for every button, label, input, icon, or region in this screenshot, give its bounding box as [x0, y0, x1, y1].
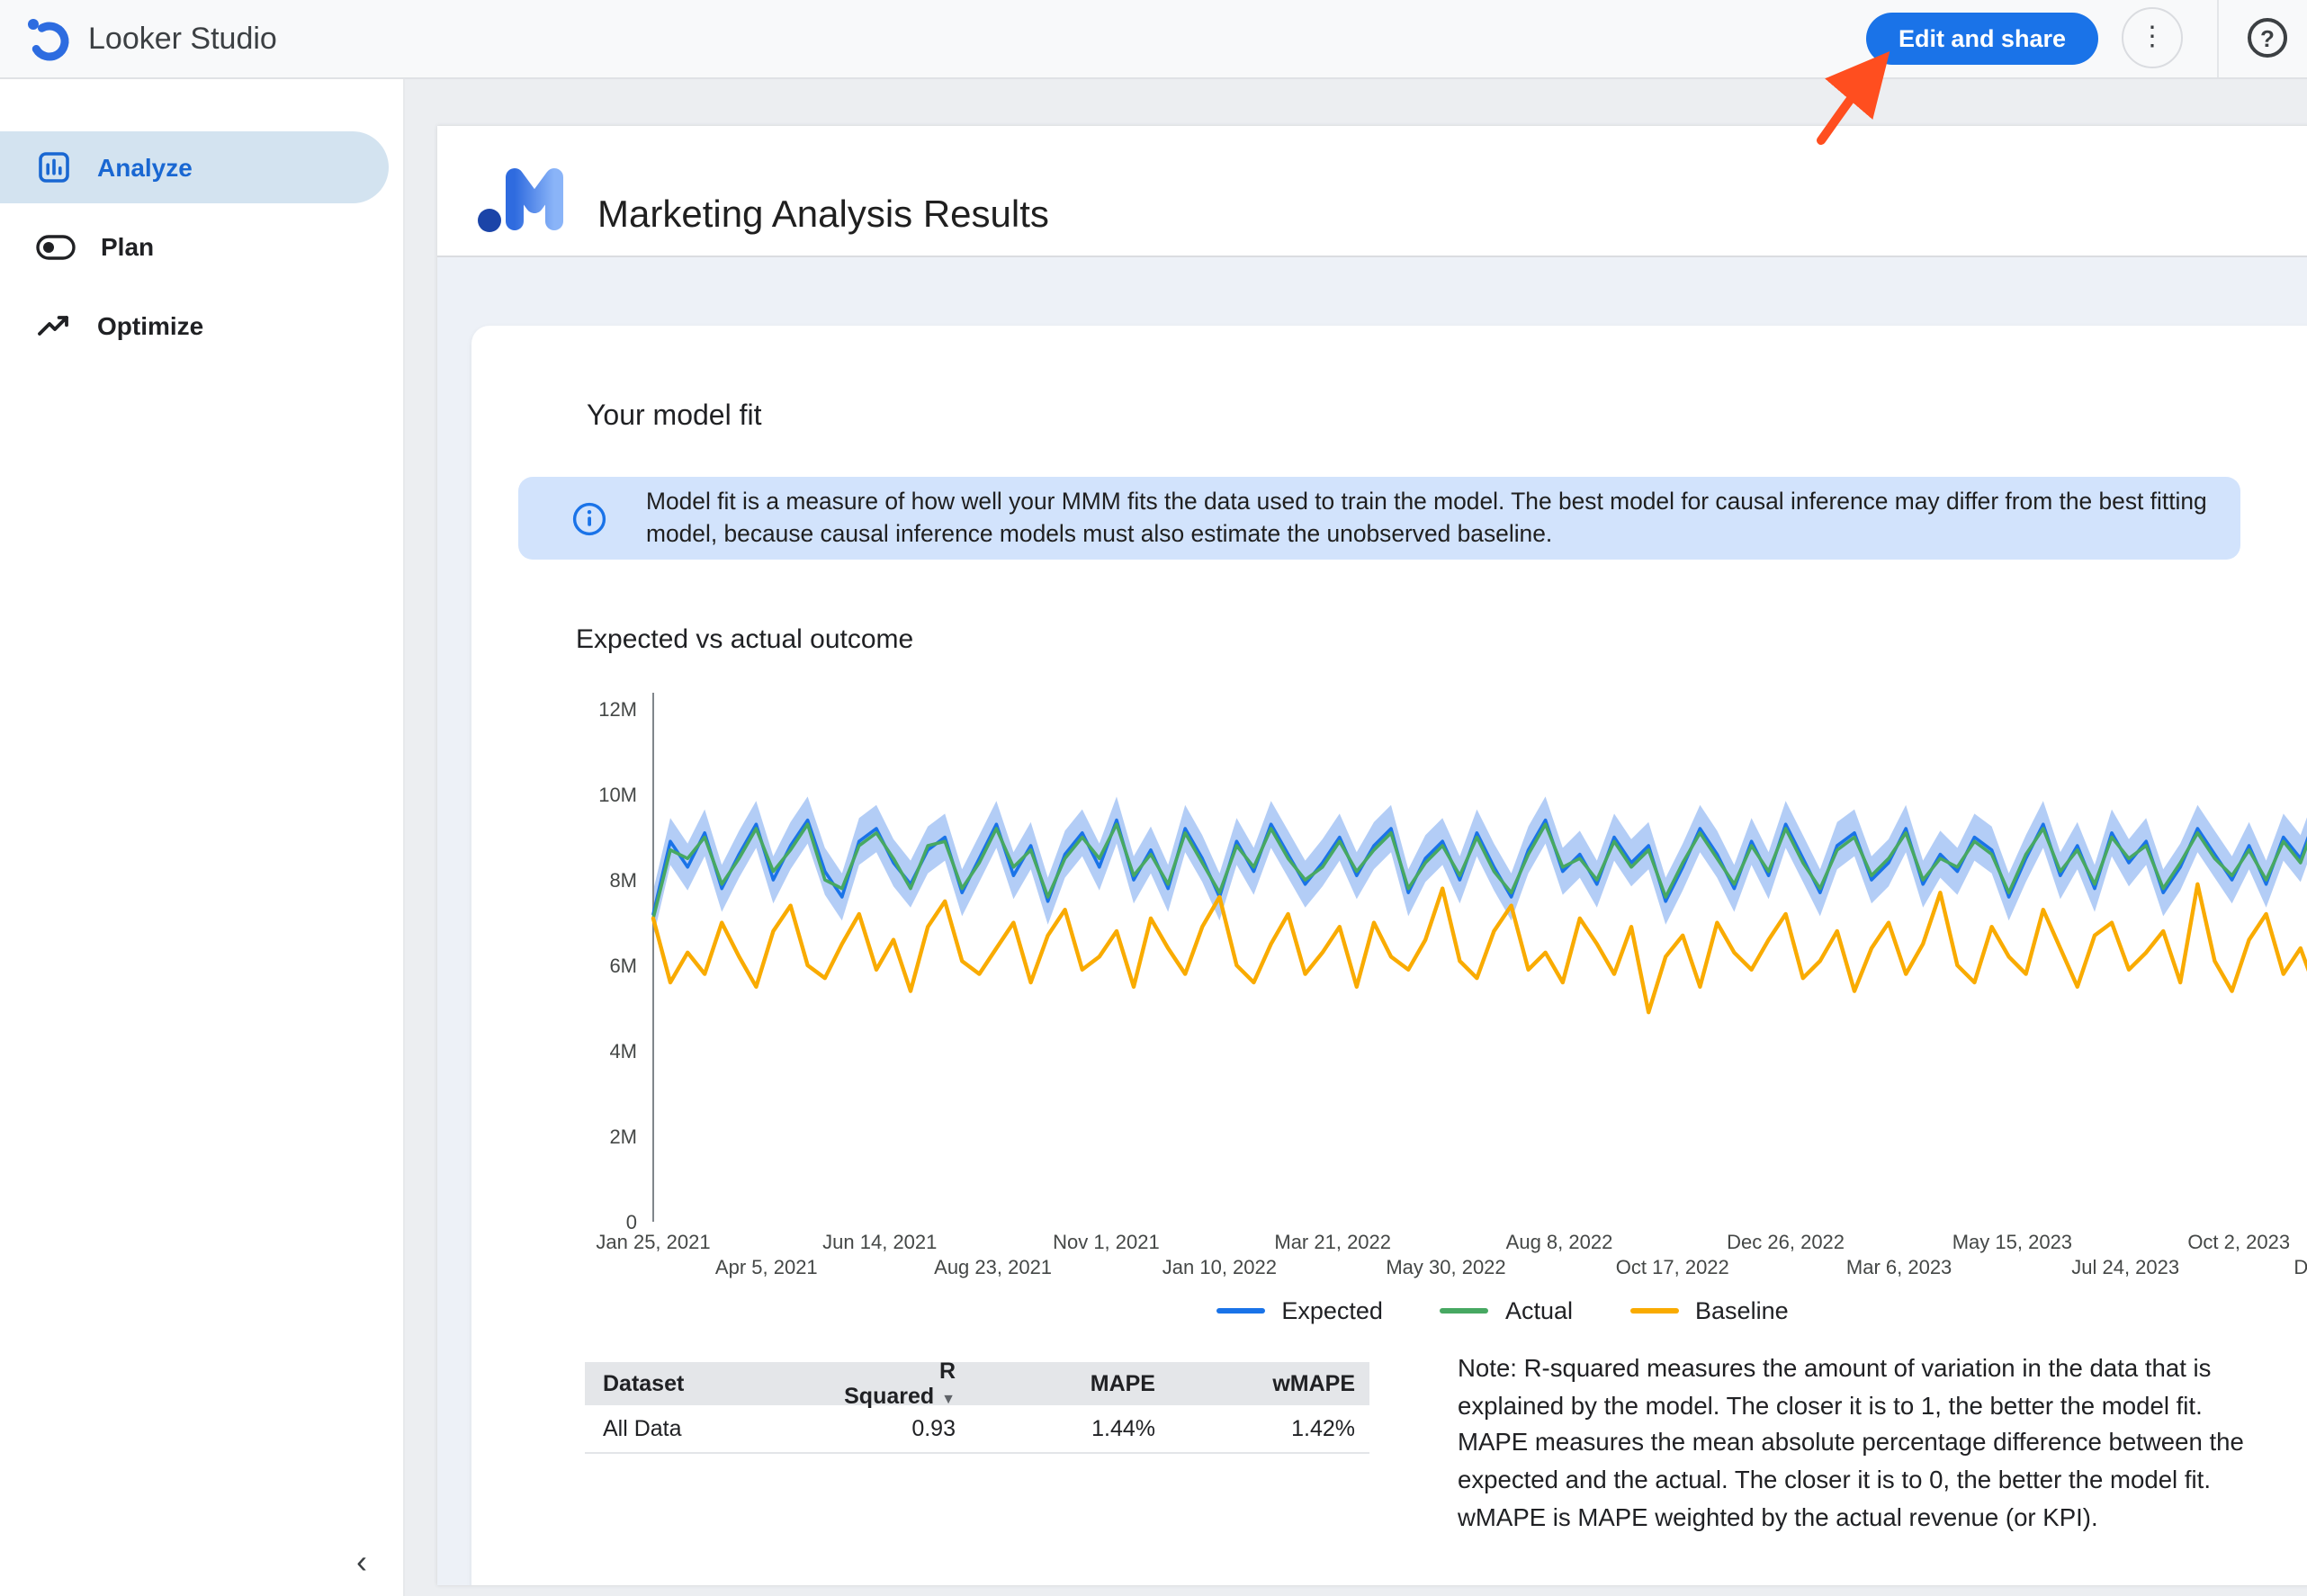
legend-item-actual: Actual [1441, 1297, 1573, 1324]
confidence-band [653, 788, 2307, 937]
looker-studio-app: Looker Studio Edit and share ⋮ ? Analyze [0, 0, 2307, 1596]
expected-vs-actual-chart: 02M4M6M8M10M12MJan 25, 2021Apr 5, 2021Ju… [471, 668, 2307, 1288]
x-tick-label: Jan 10, 2022 [1162, 1256, 1277, 1278]
sort-descending-icon: ▼ [941, 1391, 956, 1407]
x-tick-label: Jul 24, 2023 [2071, 1256, 2179, 1278]
x-tick-label: Mar 21, 2022 [1274, 1231, 1391, 1253]
x-tick-label: Jun 14, 2021 [822, 1231, 937, 1253]
table-header-mape[interactable]: MAPE [970, 1371, 1170, 1396]
legend-label: Expected [1281, 1297, 1383, 1324]
x-tick-label: Apr 5, 2021 [715, 1256, 818, 1278]
x-tick-label: Aug 23, 2021 [934, 1256, 1052, 1278]
info-icon [572, 501, 606, 535]
sidebar-item-label: Optimize [97, 311, 203, 340]
model-fit-card: Your model fit Model fit is a measure of… [471, 326, 2307, 1585]
x-tick-label: May 30, 2022 [1386, 1256, 1505, 1278]
table-header-row: Dataset R Squared▼ MAPE wMAPE [585, 1362, 1369, 1405]
collapse-sidebar-button[interactable]: ‹ [335, 1538, 389, 1585]
topbar-divider [2217, 0, 2219, 77]
app-title: Looker Studio [88, 0, 277, 77]
chevron-left-icon: ‹ [356, 1543, 367, 1579]
note-text: Note: R-squared measures the amount of v… [1458, 1351, 2271, 1538]
x-tick-label: Dec 11, 2023 [2294, 1256, 2307, 1278]
report-page: Marketing Analysis Results Your model fi… [437, 126, 2307, 1585]
trending-up-icon [36, 308, 72, 344]
sidebar-item-label: Analyze [97, 153, 193, 182]
report-body: Your model fit Model fit is a measure of… [437, 257, 2307, 1585]
x-tick-label: Dec 26, 2022 [1727, 1231, 1845, 1253]
x-tick-label: Oct 2, 2023 [2187, 1231, 2290, 1253]
y-tick-label: 4M [609, 1040, 637, 1063]
x-tick-label: Oct 17, 2022 [1616, 1256, 1729, 1278]
sidebar: Analyze Plan Optimize ‹ [0, 77, 405, 1596]
legend-label: Baseline [1695, 1297, 1789, 1324]
info-banner: Model fit is a measure of how well your … [518, 477, 2240, 560]
report-header: Marketing Analysis Results [437, 126, 2307, 257]
sidebar-item-optimize[interactable]: Optimize [0, 290, 389, 362]
chart-title: Expected vs actual outcome [576, 624, 913, 655]
x-tick-label: Aug 8, 2022 [1506, 1231, 1613, 1253]
x-tick-label: Mar 6, 2023 [1846, 1256, 1952, 1278]
help-button[interactable]: ? [2248, 18, 2287, 58]
y-tick-label: 6M [609, 955, 637, 977]
sidebar-item-analyze[interactable]: Analyze [0, 131, 389, 203]
report-viewport: Marketing Analysis Results Your model fi… [403, 77, 2307, 1596]
cell-wmape: 1.42% [1170, 1416, 1369, 1441]
cell-r-squared: 0.93 [837, 1416, 970, 1441]
y-tick-label: 12M [598, 698, 637, 721]
sidebar-nav: Analyze Plan Optimize [0, 77, 403, 362]
x-tick-label: May 15, 2023 [1952, 1231, 2072, 1253]
card-title: Your model fit [587, 401, 762, 434]
table-row: All Data 0.93 1.44% 1.42% [585, 1405, 1369, 1454]
x-tick-label: Nov 1, 2021 [1053, 1231, 1160, 1253]
table-header-dataset[interactable]: Dataset [585, 1371, 837, 1396]
topbar: Looker Studio Edit and share ⋮ ? [0, 0, 2307, 79]
expected-line-swatch-icon [1216, 1308, 1265, 1314]
meridian-logo-icon [477, 155, 578, 234]
cell-dataset: All Data [585, 1416, 837, 1441]
chart-legend: Expected Actual Baseline [653, 1297, 2307, 1324]
table-header-r-squared[interactable]: R Squared▼ [837, 1358, 970, 1409]
y-tick-label: 10M [598, 784, 637, 806]
more-options-button[interactable]: ⋮ [2122, 7, 2183, 68]
question-mark-icon: ? [2260, 25, 2275, 52]
kebab-menu-icon: ⋮ [2139, 22, 2166, 52]
y-tick-label: 8M [609, 869, 637, 892]
table-header-wmape[interactable]: wMAPE [1170, 1371, 1369, 1396]
toggle-icon [36, 233, 76, 260]
actual-line-swatch-icon [1441, 1308, 1489, 1314]
baseline-line-swatch-icon [1630, 1308, 1679, 1314]
legend-label: Actual [1505, 1297, 1573, 1324]
legend-item-expected: Expected [1216, 1297, 1383, 1324]
info-banner-text: Model fit is a measure of how well your … [646, 486, 2215, 550]
baseline-line [653, 884, 2307, 1012]
legend-item-baseline: Baseline [1630, 1297, 1789, 1324]
sidebar-item-label: Plan [101, 232, 154, 261]
y-tick-label: 2M [609, 1125, 637, 1148]
x-tick-label: Jan 25, 2021 [596, 1231, 710, 1253]
model-fit-table: Dataset R Squared▼ MAPE wMAPE All Data 0… [585, 1362, 1369, 1454]
cell-mape: 1.44% [970, 1416, 1170, 1441]
edit-and-share-button[interactable]: Edit and share [1866, 13, 2098, 65]
sidebar-item-plan[interactable]: Plan [0, 211, 389, 282]
looker-studio-logo-icon [23, 14, 72, 63]
chart-icon [36, 149, 72, 185]
